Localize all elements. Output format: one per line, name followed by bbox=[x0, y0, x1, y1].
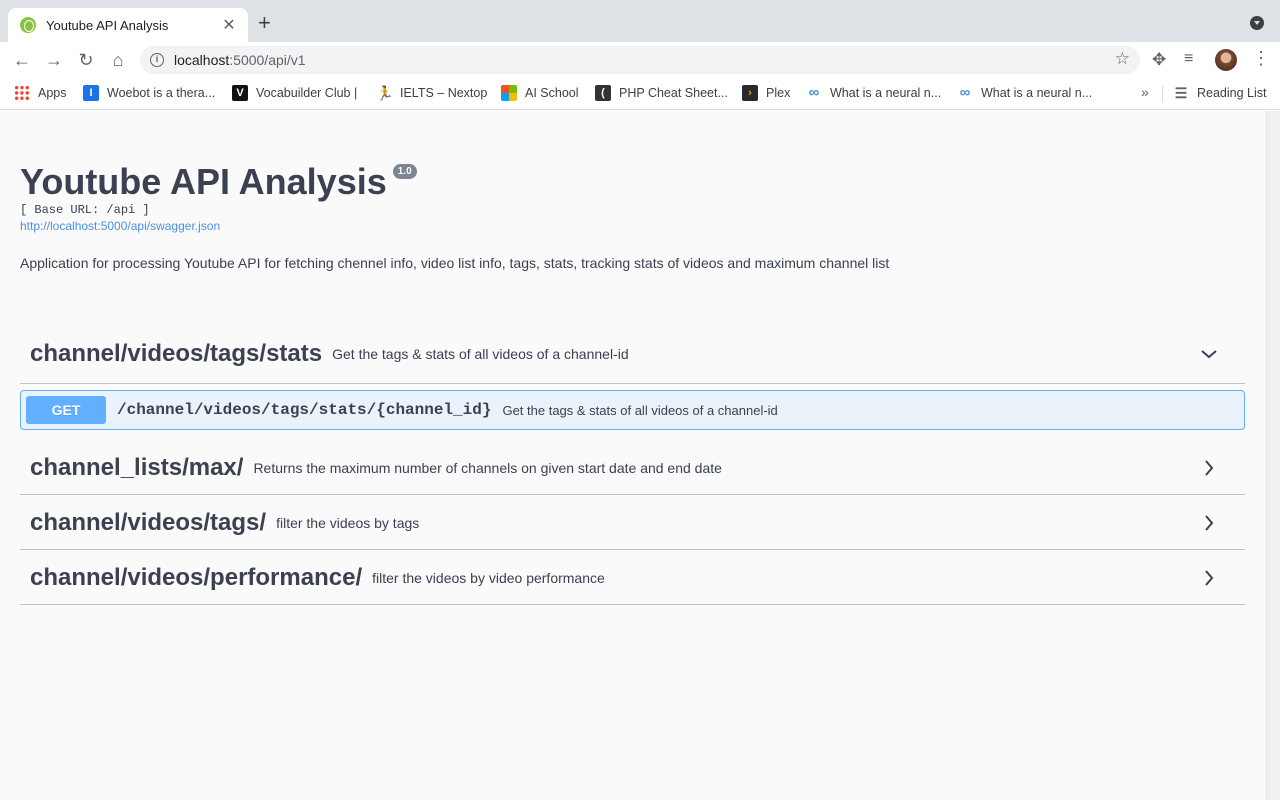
bookmarks-divider bbox=[1162, 86, 1163, 102]
bookmark-label: Apps bbox=[38, 86, 67, 100]
bookmark-label: IELTS – Nextop bbox=[400, 86, 488, 100]
runner-icon: 🏃 bbox=[376, 85, 394, 101]
tab-strip: Youtube API Analysis ✕ + bbox=[0, 0, 1280, 42]
profile-avatar[interactable] bbox=[1215, 49, 1237, 71]
media-queue-icon[interactable]: ≡ bbox=[1184, 50, 1193, 68]
tag-section-channel-videos-tags[interactable]: channel/videos/tags/ filter the videos b… bbox=[20, 496, 1245, 550]
api-description: Application for processing Youtube API f… bbox=[20, 255, 890, 271]
tag-name: channel_lists/max/ bbox=[30, 453, 244, 481]
close-tab-icon[interactable]: ✕ bbox=[220, 15, 238, 35]
http-method-badge: GET bbox=[26, 396, 106, 424]
chevron-right-icon[interactable] bbox=[1199, 568, 1219, 588]
more-bookmarks-chevron-icon[interactable]: » bbox=[1141, 84, 1149, 100]
swagger-page: Youtube API Analysis 1.0 [ Base URL: /ap… bbox=[0, 111, 1266, 800]
chevron-down-icon[interactable] bbox=[1199, 344, 1219, 364]
php-icon: ( bbox=[595, 85, 611, 101]
tab-title: Youtube API Analysis bbox=[46, 17, 169, 33]
version-badge: 1.0 bbox=[392, 164, 417, 179]
bookmark-label: What is a neural n... bbox=[830, 86, 942, 100]
browser-tab[interactable]: Youtube API Analysis ✕ bbox=[8, 8, 248, 42]
bookmark-label: AI School bbox=[525, 86, 579, 100]
bookmark-label: PHP Cheat Sheet... bbox=[619, 86, 728, 100]
api-title-row: Youtube API Analysis 1.0 bbox=[20, 161, 417, 203]
bookmark-ai-school[interactable]: AI School bbox=[501, 85, 579, 101]
browser-toolbar: ← → ↻ ⌂ i localhost:5000/api/v1 ☆ ✥ ≡ ⋮ bbox=[0, 42, 1280, 78]
tag-section-channel-lists-max[interactable]: channel_lists/max/ Returns the maximum n… bbox=[20, 441, 1245, 495]
base-url: [ Base URL: /api ] bbox=[20, 203, 150, 217]
tag-description: Returns the maximum number of channels o… bbox=[253, 459, 722, 476]
tag-section-channel-videos-performance[interactable]: channel/videos/performance/ filter the v… bbox=[20, 551, 1245, 605]
operation-summary: Get the tags & stats of all videos of a … bbox=[502, 402, 778, 418]
url-host: localhost bbox=[174, 52, 230, 68]
bookmark-plex[interactable]: › Plex bbox=[742, 85, 790, 101]
tab-search-icon[interactable] bbox=[1250, 16, 1264, 30]
apps-grid-icon bbox=[14, 85, 30, 101]
chevron-right-icon[interactable] bbox=[1199, 513, 1219, 533]
reading-list-icon: ☰ bbox=[1174, 85, 1188, 101]
tag-description: filter the videos by video performance bbox=[372, 569, 605, 586]
bookmark-label: Woebot is a thera... bbox=[107, 86, 216, 100]
reading-list-button[interactable]: ☰ Reading List bbox=[1173, 85, 1267, 101]
bookmarks-bar: Apps I Woebot is a thera... V Vocabuilde… bbox=[0, 78, 1280, 110]
url-path: :5000/api/v1 bbox=[229, 52, 306, 68]
bookmark-neural-network-2[interactable]: ∞ What is a neural n... bbox=[957, 84, 1093, 101]
tag-name: channel/videos/tags/stats bbox=[30, 340, 323, 367]
infinity-icon: ∞ bbox=[959, 84, 971, 101]
back-arrow-icon[interactable]: ← bbox=[10, 48, 34, 72]
operation-get-tags-stats[interactable]: GET /channel/videos/tags/stats/{channel_… bbox=[20, 390, 1245, 430]
plex-icon: › bbox=[742, 85, 758, 101]
swagger-json-link[interactable]: http://localhost:5000/api/swagger.json bbox=[20, 219, 220, 233]
tag-name: channel/videos/performance/ bbox=[30, 563, 363, 591]
tag-section-channel-videos-tags-stats[interactable]: channel/videos/tags/stats Get the tags &… bbox=[20, 325, 1245, 384]
globe-favicon-icon bbox=[20, 17, 36, 33]
reload-icon[interactable]: ↻ bbox=[74, 48, 98, 72]
bookmark-neural-network-1[interactable]: ∞ What is a neural n... bbox=[806, 84, 942, 101]
bookmark-woebot[interactable]: I Woebot is a thera... bbox=[83, 85, 215, 101]
microsoft-icon bbox=[501, 85, 517, 101]
infinity-icon: ∞ bbox=[808, 84, 820, 101]
api-title: Youtube API Analysis bbox=[20, 161, 387, 202]
bookmark-label: Plex bbox=[766, 86, 791, 100]
bookmark-star-icon[interactable]: ☆ bbox=[1115, 49, 1130, 69]
tag-description: filter the videos by tags bbox=[276, 514, 420, 531]
site-info-icon[interactable]: i bbox=[150, 53, 164, 67]
address-bar[interactable]: i localhost:5000/api/v1 ☆ bbox=[140, 46, 1140, 74]
bookmark-php-cheat-sheet[interactable]: ( PHP Cheat Sheet... bbox=[595, 85, 728, 101]
new-tab-icon[interactable]: + bbox=[258, 12, 271, 34]
reading-list-label: Reading List bbox=[1197, 86, 1267, 100]
bookmark-label: Vocabuilder Club | bbox=[256, 86, 358, 100]
chevron-right-icon[interactable] bbox=[1199, 458, 1219, 478]
bookmark-ielts[interactable]: 🏃 IELTS – Nextop bbox=[376, 85, 487, 101]
forward-arrow-icon[interactable]: → bbox=[42, 48, 66, 72]
operation-path: /channel/videos/tags/stats/{channel_id} bbox=[117, 401, 492, 419]
menu-kebab-icon[interactable]: ⋮ bbox=[1252, 48, 1270, 69]
extensions-puzzle-icon[interactable]: ✥ bbox=[1152, 50, 1166, 70]
tag-name: channel/videos/tags/ bbox=[30, 508, 267, 536]
bookmark-label: What is a neural n... bbox=[981, 86, 1093, 100]
home-icon[interactable]: ⌂ bbox=[106, 48, 130, 72]
bookmark-apps[interactable]: Apps bbox=[14, 85, 67, 101]
vocabuilder-icon: V bbox=[232, 85, 248, 101]
woebot-icon: I bbox=[83, 85, 99, 101]
tag-description: Get the tags & stats of all videos of a … bbox=[332, 346, 629, 362]
bookmark-vocabuilder[interactable]: V Vocabuilder Club | bbox=[232, 85, 357, 101]
page-scrollbar[interactable] bbox=[1266, 111, 1280, 800]
